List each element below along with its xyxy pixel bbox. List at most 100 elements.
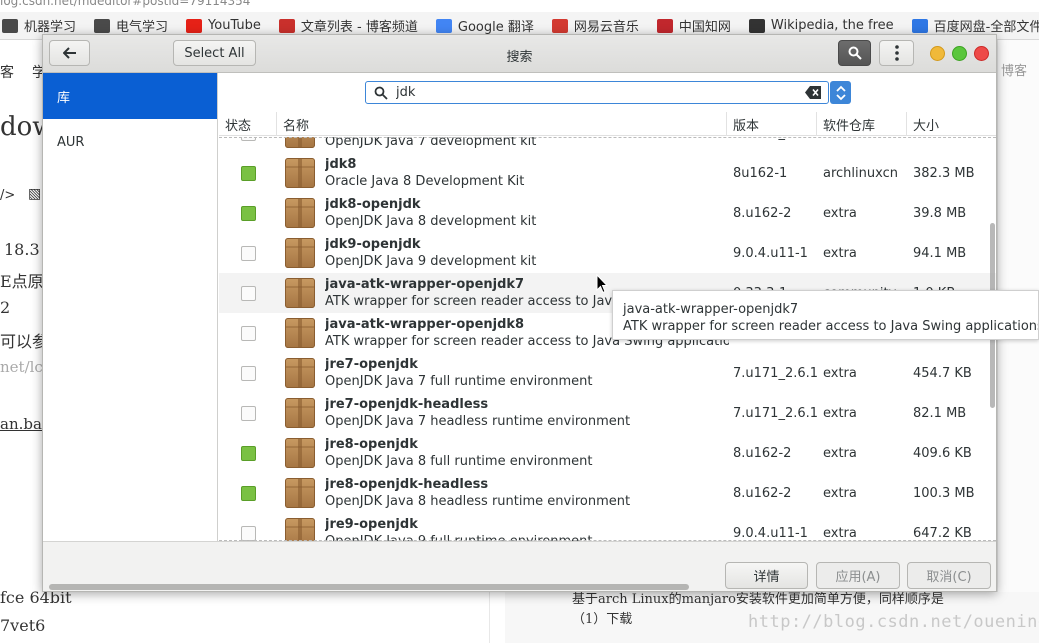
bookmark-item[interactable]: 机器学习 — [2, 16, 76, 35]
arrow-left-icon — [62, 47, 76, 59]
bookmark-item[interactable]: 中国知网 — [656, 16, 731, 35]
package-icon — [285, 198, 315, 228]
install-checkbox[interactable] — [240, 285, 256, 301]
column-header-status[interactable]: 状态 — [219, 112, 277, 136]
column-header-repo[interactable]: 软件仓库 — [817, 112, 907, 136]
select-all-button[interactable]: Select All — [173, 40, 256, 66]
install-checkbox[interactable] — [240, 525, 256, 541]
table-row[interactable]: jdk8-openjdk OpenJDK Java 8 development k… — [219, 193, 996, 233]
article-line: （1）下载 — [572, 612, 633, 627]
youtube-icon — [186, 18, 203, 33]
table-row[interactable]: jre8-openjdk-headless OpenJDK Java 8 head… — [219, 473, 996, 513]
status-cell — [219, 525, 277, 541]
minimize-button[interactable] — [930, 46, 945, 61]
package-name: jre7-openjdk-headless — [325, 397, 489, 412]
package-icon-cell — [275, 398, 325, 428]
text-fragment: 可以参 — [0, 332, 49, 351]
package-version: 8u162-1 — [733, 165, 788, 181]
status-cell — [219, 485, 277, 501]
install-checkbox[interactable] — [240, 325, 256, 341]
bookmark-item[interactable]: YouTube — [186, 18, 261, 33]
bookmark-item[interactable]: Wikipedia, the free — [748, 18, 894, 33]
bookmark-item[interactable]: 电气学习 — [94, 16, 168, 35]
image-icon[interactable]: ▧ — [28, 186, 41, 202]
watermark: http://blog.csdn.net/ouening — [748, 612, 1039, 632]
browser-url: log.csdn.net/mdeditor#postid=79114354 — [0, 0, 251, 8]
link-fragment[interactable]: an.bai — [0, 415, 47, 433]
package-repo: extra — [823, 445, 857, 461]
status-cell — [219, 365, 277, 381]
search-entry[interactable] — [365, 81, 829, 104]
package-tooltip: java-atk-wrapper-openjdk7 ATK wrapper fo… — [612, 290, 1039, 340]
package-icon-cell — [275, 518, 325, 541]
details-button[interactable]: 详情 — [725, 562, 808, 589]
package-icon-cell — [275, 478, 325, 508]
package-repo: extra — [823, 405, 857, 421]
close-button[interactable] — [974, 46, 989, 61]
package-version: 8.u162-2 — [733, 445, 792, 461]
package-version: 9.0.4.u11-1 — [733, 245, 808, 261]
package-description: OpenJDK Java 8 headless runtime environm… — [325, 494, 631, 509]
package-repo: extra — [823, 245, 857, 261]
search-toggle-button[interactable] — [838, 40, 871, 66]
column-header-name[interactable]: 名称 — [277, 112, 727, 136]
back-button[interactable] — [49, 40, 90, 66]
text-fragment: E点原 — [0, 272, 44, 291]
package-size: 39.8 MB — [913, 205, 967, 221]
sidebar-item-aur[interactable]: AUR — [43, 119, 217, 165]
maximize-button[interactable] — [952, 46, 967, 61]
install-checkbox[interactable] — [240, 245, 256, 261]
action-bar: 详情 应用(A) 取消(C) — [43, 541, 996, 591]
google-translate-icon — [435, 18, 452, 33]
table-row[interactable]: jre8-openjdk OpenJDK Java 8 full runtime … — [219, 433, 996, 473]
package-size: 647.2 KB — [913, 525, 972, 541]
package-size: 454.7 KB — [913, 365, 972, 381]
package-name: jre8-openjdk — [325, 437, 418, 452]
package-repo: extra — [823, 485, 857, 501]
name-cell: jdk8 Oracle Java 8 Development Kit — [325, 156, 729, 190]
folder-icon — [2, 18, 18, 33]
table-row[interactable]: jdk8 Oracle Java 8 Development Kit 8u162-1… — [219, 153, 996, 193]
package-icon — [285, 137, 315, 148]
bookmark-item[interactable]: Google 翻译 — [435, 16, 534, 35]
bookmark-item[interactable]: 百度网盘-全部文件 — [911, 16, 1039, 35]
menu-button[interactable] — [879, 40, 914, 66]
table-row[interactable]: jdk7-openjdkOpenJDK Java 7 development k… — [219, 137, 996, 153]
package-version: 8.u162-2 — [733, 485, 792, 501]
package-size: 100.3 MB — [913, 485, 975, 501]
editor-pane: fce 64bit 7vet6 — [0, 588, 490, 643]
code-icon[interactable]: /> — [0, 188, 15, 203]
table-row[interactable]: jdk9-openjdk OpenJDK Java 9 development k… — [219, 233, 996, 273]
bookmark-label: 中国知网 — [678, 20, 731, 35]
install-checkbox[interactable] — [240, 365, 256, 381]
tooltip-title: java-atk-wrapper-openjdk7 — [623, 302, 799, 317]
apply-button[interactable]: 应用(A) — [816, 562, 900, 589]
cancel-button[interactable]: 取消(C) — [907, 562, 991, 589]
package-version: 7.u171_2.6.13-1 — [733, 365, 819, 381]
table-row[interactable]: jre9-openjdkOpenJDK Java 9 full runtime … — [219, 513, 996, 541]
install-checkbox[interactable] — [240, 205, 256, 221]
package-icon — [285, 398, 315, 428]
table-row[interactable]: jre7-openjdk-headless OpenJDK Java 7 head… — [219, 393, 996, 433]
sidebar-item-repos[interactable]: 库 — [43, 73, 217, 119]
bookmark-item[interactable]: 网易云音乐 — [551, 16, 639, 35]
search-mode-selector[interactable] — [830, 81, 851, 104]
package-icon-cell — [275, 158, 325, 188]
clear-text-icon[interactable] — [805, 86, 822, 99]
table-row[interactable]: jre7-openjdk OpenJDK Java 7 full runtime … — [219, 353, 996, 393]
mouse-pointer-icon — [596, 274, 608, 294]
page-left-column: 客 学 dow /> ▧ 18.3 E点原 2 可以参 net/lc_ an.b… — [0, 40, 55, 643]
install-checkbox[interactable] — [240, 165, 256, 181]
csdn-icon — [278, 18, 295, 33]
column-header-version[interactable]: 版本 — [727, 112, 817, 136]
bookmark-label: Google 翻译 — [457, 20, 534, 35]
status-cell — [219, 245, 277, 261]
horizontal-scrollbar[interactable] — [49, 584, 689, 590]
column-header-size[interactable]: 大小 — [907, 112, 996, 136]
bookmark-item[interactable]: 文章列表 - 博客频道 — [278, 16, 418, 35]
search-input[interactable] — [396, 85, 796, 100]
install-checkbox[interactable] — [240, 405, 256, 421]
install-checkbox[interactable] — [240, 445, 256, 461]
install-checkbox[interactable] — [240, 485, 256, 501]
status-cell — [219, 405, 277, 421]
